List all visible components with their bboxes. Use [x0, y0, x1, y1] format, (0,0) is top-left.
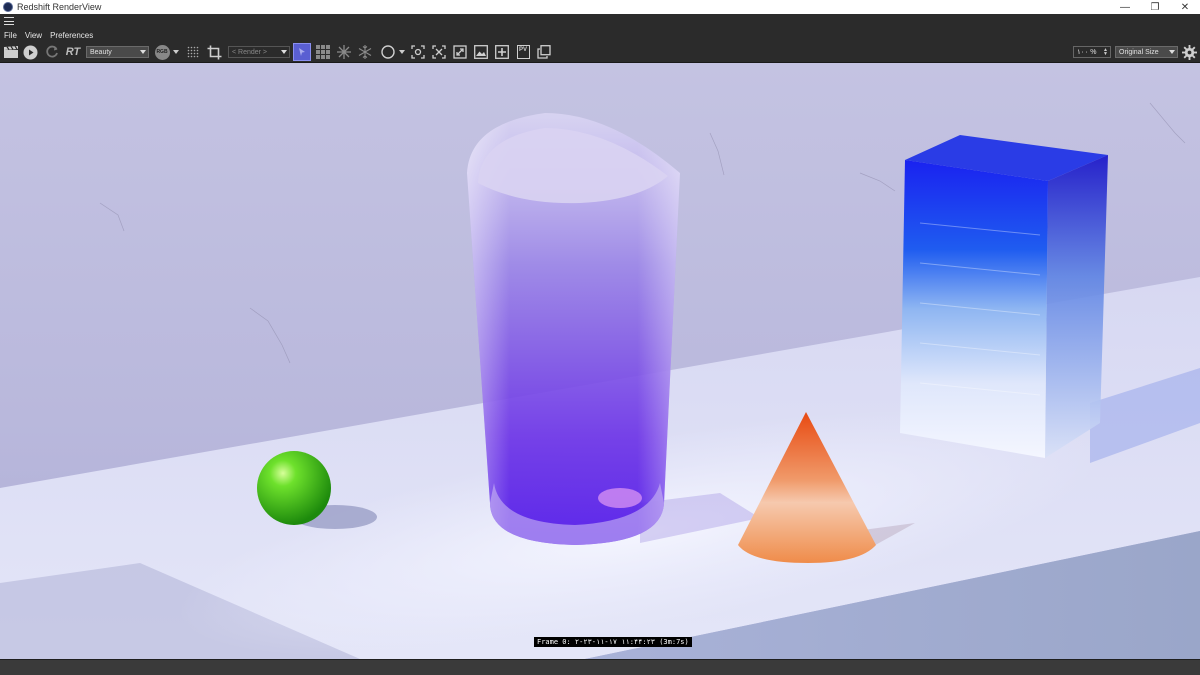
chevron-down-icon	[1169, 50, 1175, 54]
spinner-icon: ▲ ▼	[1103, 47, 1108, 57]
zoom-value: ۱۰۰ %	[1077, 49, 1097, 56]
restore-button[interactable]: ❐	[1140, 0, 1170, 14]
freeze-icon[interactable]	[336, 44, 352, 60]
render-viewport[interactable]: Frame 0: ۲-۲۳-۱۱-۱۷ ۱۱:۴۴:۲۳ (3m:7s)	[0, 63, 1200, 659]
refresh-icon[interactable]	[44, 44, 60, 60]
tile-grid-icon[interactable]	[315, 44, 331, 60]
pick-mode-button[interactable]	[293, 43, 311, 61]
title-bar: Redshift RenderView — ❐ ✕	[0, 0, 1200, 14]
display-size-select[interactable]: Original Size	[1115, 46, 1178, 58]
image-icon[interactable]	[473, 44, 489, 60]
circle-dropdown-icon[interactable]	[398, 44, 406, 60]
channel-dropdown-icon[interactable]	[172, 44, 180, 60]
hamburger-menu-icon[interactable]	[4, 17, 14, 25]
frame-info-label: Frame 0: ۲-۲۳-۱۱-۱۷ ۱۱:۴۴:۲۳ (3m:7s)	[534, 637, 692, 647]
aov-select-value: Beauty	[90, 48, 112, 56]
menu-bar: File View Preferences	[0, 29, 1200, 41]
hamburger-row	[0, 14, 1200, 29]
add-snapshot-icon[interactable]	[494, 44, 510, 60]
rt-button[interactable]: RT	[64, 44, 82, 60]
focus-icon[interactable]	[410, 44, 426, 60]
redshift-logo-icon	[3, 2, 13, 12]
region-grid-icon[interactable]	[185, 44, 201, 60]
clapper-icon[interactable]	[3, 44, 19, 60]
circle-icon[interactable]	[380, 44, 396, 60]
copy-icon[interactable]	[536, 44, 552, 60]
resize-icon[interactable]	[452, 44, 468, 60]
menu-view[interactable]: View	[21, 31, 46, 40]
fit-view-icon[interactable]	[431, 44, 447, 60]
window-controls: — ❐ ✕	[1110, 0, 1200, 14]
window-title: Redshift RenderView	[17, 2, 102, 12]
snowflake-icon[interactable]	[357, 44, 373, 60]
rgb-channel-icon[interactable]: RGB	[154, 44, 170, 60]
play-icon[interactable]	[22, 44, 38, 60]
picture-viewer-icon[interactable]: PV	[515, 44, 531, 60]
crop-icon[interactable]	[205, 44, 223, 60]
menu-file[interactable]: File	[0, 31, 21, 40]
zoom-input[interactable]: ۱۰۰ % ▲ ▼	[1073, 46, 1111, 58]
render-camera-select[interactable]: < Render >	[228, 46, 290, 58]
pv-label: PV	[516, 45, 530, 59]
render-camera-value: < Render >	[232, 48, 268, 56]
status-bar	[0, 659, 1200, 675]
menu-preferences[interactable]: Preferences	[46, 31, 97, 40]
toolbar: RT Beauty RGB < Render > PV ۱۰۰ % ▲ ▼ Or…	[0, 41, 1200, 63]
rgb-channel-label: RGB	[154, 44, 170, 60]
rendered-scene-image	[0, 63, 1200, 659]
chevron-down-icon	[281, 50, 287, 54]
gear-icon[interactable]	[1181, 44, 1197, 60]
chevron-down-icon	[140, 50, 146, 54]
minimize-button[interactable]: —	[1110, 0, 1140, 14]
display-size-value: Original Size	[1119, 48, 1159, 56]
aov-select[interactable]: Beauty	[86, 46, 149, 58]
close-button[interactable]: ✕	[1170, 0, 1200, 14]
